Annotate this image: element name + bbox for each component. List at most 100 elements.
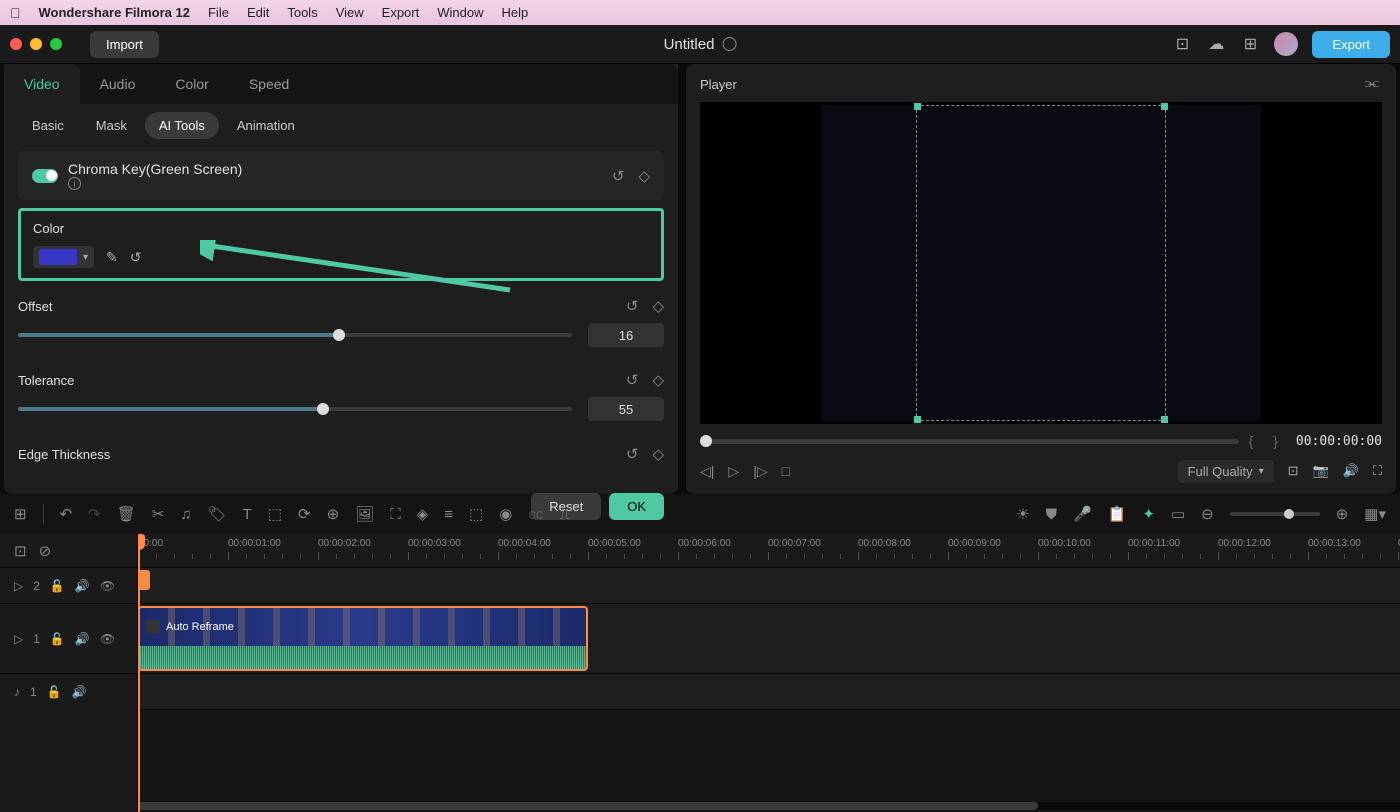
cloud-download-icon[interactable]: ☁ <box>1206 34 1226 54</box>
aspect-icon[interactable]: ▭ <box>1171 505 1185 523</box>
apple-logo-icon[interactable]:  <box>10 5 21 21</box>
adjust-icon[interactable]: ≡ <box>444 506 453 523</box>
offset-slider[interactable] <box>18 333 572 337</box>
chroma-toggle[interactable] <box>32 169 58 183</box>
close-icon[interactable] <box>10 38 22 50</box>
track-header-a1[interactable]: ♪1 🔓 🔊 <box>0 673 137 709</box>
cc-icon[interactable]: cc <box>528 506 543 523</box>
prev-frame-icon[interactable]: ◁| <box>700 463 714 480</box>
keyframe-tolerance-icon[interactable]: ◇ <box>652 371 664 389</box>
marker-icon[interactable]: ◈ <box>417 505 429 523</box>
tolerance-slider[interactable] <box>18 407 572 411</box>
reset-offset-icon[interactable]: ↺ <box>626 297 639 315</box>
camera-icon[interactable]: 📷 <box>1313 463 1329 479</box>
avatar[interactable] <box>1274 32 1298 56</box>
track-v1[interactable]: Auto Reframe <box>138 603 1400 673</box>
handle-br[interactable] <box>1161 416 1168 423</box>
menu-export[interactable]: Export <box>382 5 420 20</box>
menubar-app[interactable]: Wondershare Filmora 12 <box>39 5 190 20</box>
visibility-icon[interactable]: 👁 <box>100 579 115 593</box>
ok-button[interactable]: OK <box>609 493 664 520</box>
crop-icon[interactable]: ⬚ <box>268 505 282 523</box>
shield-icon[interactable]: ⛊ <box>1046 506 1057 523</box>
tab-mask[interactable]: Mask <box>82 112 141 139</box>
color-swatch-dropdown[interactable]: ▾ <box>33 246 94 268</box>
render-icon[interactable]: ☀ <box>1016 505 1029 523</box>
mute-icon[interactable]: 🔊 <box>75 579 90 593</box>
mic-icon[interactable]: 🎤 <box>1073 505 1092 523</box>
selection-box[interactable] <box>916 105 1166 421</box>
record-icon[interactable]: ⬚ <box>469 505 483 523</box>
keyframe-edge-icon[interactable]: ◇ <box>652 445 664 463</box>
expand-icon[interactable]: ⛶ <box>390 506 401 523</box>
keyframe-chroma-icon[interactable]: ◇ <box>638 167 650 185</box>
tolerance-input[interactable]: 55 <box>588 397 664 421</box>
time-ruler[interactable]: 00:0000:00:01:0000:00:02:0000:00:03:0000… <box>138 534 1400 567</box>
offset-input[interactable]: 16 <box>588 323 664 347</box>
timeline-tracks[interactable]: 00:0000:00:01:0000:00:02:0000:00:03:0000… <box>138 534 1400 812</box>
mixer-icon[interactable]: ⎍ <box>559 506 570 523</box>
mute-icon[interactable]: 🔊 <box>72 685 87 699</box>
tag-icon[interactable]: 🏷 <box>208 505 227 523</box>
preview-viewport[interactable] <box>700 102 1382 424</box>
link-tracks-icon[interactable]: ⊘ <box>39 542 52 560</box>
track-empty[interactable] <box>138 709 1400 799</box>
mute-icon[interactable]: 🔊 <box>75 632 90 646</box>
lock-icon[interactable]: 🔓 <box>47 685 62 699</box>
player-settings-icon[interactable]: ⫘ <box>1362 74 1382 94</box>
maximize-icon[interactable] <box>50 38 62 50</box>
video-clip[interactable]: Auto Reframe <box>138 606 588 671</box>
tab-basic[interactable]: Basic <box>18 112 78 139</box>
track-a1[interactable] <box>138 673 1400 709</box>
reset-tolerance-icon[interactable]: ↺ <box>626 371 639 389</box>
text-icon[interactable]: T <box>243 506 252 523</box>
keyframe-offset-icon[interactable]: ◇ <box>652 297 664 315</box>
volume-icon[interactable]: 🔊 <box>1343 463 1359 479</box>
reset-edge-icon[interactable]: ↺ <box>626 445 639 463</box>
layout-icon[interactable]: ⊞ <box>14 505 27 523</box>
lock-icon[interactable]: 🔓 <box>50 632 65 646</box>
redo-icon[interactable]: ↷ <box>88 505 101 523</box>
timeline-view-icon[interactable]: ▦▾ <box>1364 505 1386 523</box>
track-header-v1[interactable]: ▷1 🔓 🔊 👁 <box>0 603 137 673</box>
cut-icon[interactable]: ✂ <box>152 505 165 523</box>
play-icon[interactable]: ▷ <box>728 463 739 480</box>
menu-tools[interactable]: Tools <box>287 5 317 20</box>
magnet-icon[interactable]: ⊡ <box>14 542 27 560</box>
export-button[interactable]: Export <box>1312 31 1390 58</box>
lock-icon[interactable]: 🔓 <box>50 579 65 593</box>
info-icon[interactable]: i <box>68 177 81 190</box>
handle-tr[interactable] <box>1161 103 1168 110</box>
speed-icon[interactable]: ⟳ <box>298 505 311 523</box>
import-button[interactable]: Import <box>90 31 159 58</box>
zoom-in-icon[interactable]: ⊕ <box>1336 505 1349 523</box>
screenshot-icon[interactable]: ⊡ <box>1288 463 1299 479</box>
apps-icon[interactable]: ⊞ <box>1240 34 1260 54</box>
zoom-slider[interactable] <box>1230 512 1320 516</box>
tab-color[interactable]: Color <box>155 64 228 104</box>
link-icon[interactable]: ⊕ <box>327 505 340 523</box>
magic-icon[interactable]: ✦ <box>1142 505 1155 523</box>
display-icon[interactable]: ⊡ <box>1172 34 1192 54</box>
playhead[interactable] <box>138 534 140 812</box>
tab-speed[interactable]: Speed <box>229 64 309 104</box>
tab-animation[interactable]: Animation <box>223 112 309 139</box>
delete-icon[interactable]: 🗑 <box>117 505 136 523</box>
tab-ai-tools[interactable]: AI Tools <box>145 112 219 139</box>
horizontal-scrollbar[interactable] <box>138 802 1400 810</box>
menu-help[interactable]: Help <box>501 5 528 20</box>
in-out-brackets[interactable]: { } <box>1249 433 1286 449</box>
scrub-bar[interactable] <box>700 439 1239 444</box>
visibility-icon[interactable]: 👁 <box>100 632 115 646</box>
zoom-out-icon[interactable]: ⊖ <box>1201 505 1214 523</box>
music-icon[interactable]: ♫ <box>180 506 191 523</box>
handle-tl[interactable] <box>914 103 921 110</box>
tab-video[interactable]: Video <box>4 64 80 104</box>
reset-color-icon[interactable]: ↺ <box>130 249 142 266</box>
fullscreen-icon[interactable]: ⛶ <box>1373 463 1382 479</box>
voiceover-icon[interactable]: ◉ <box>499 505 512 523</box>
stop-icon[interactable]: □ <box>782 463 790 480</box>
quality-dropdown[interactable]: Full Quality▾ <box>1178 460 1274 483</box>
menu-file[interactable]: File <box>208 5 229 20</box>
tab-audio[interactable]: Audio <box>80 64 156 104</box>
